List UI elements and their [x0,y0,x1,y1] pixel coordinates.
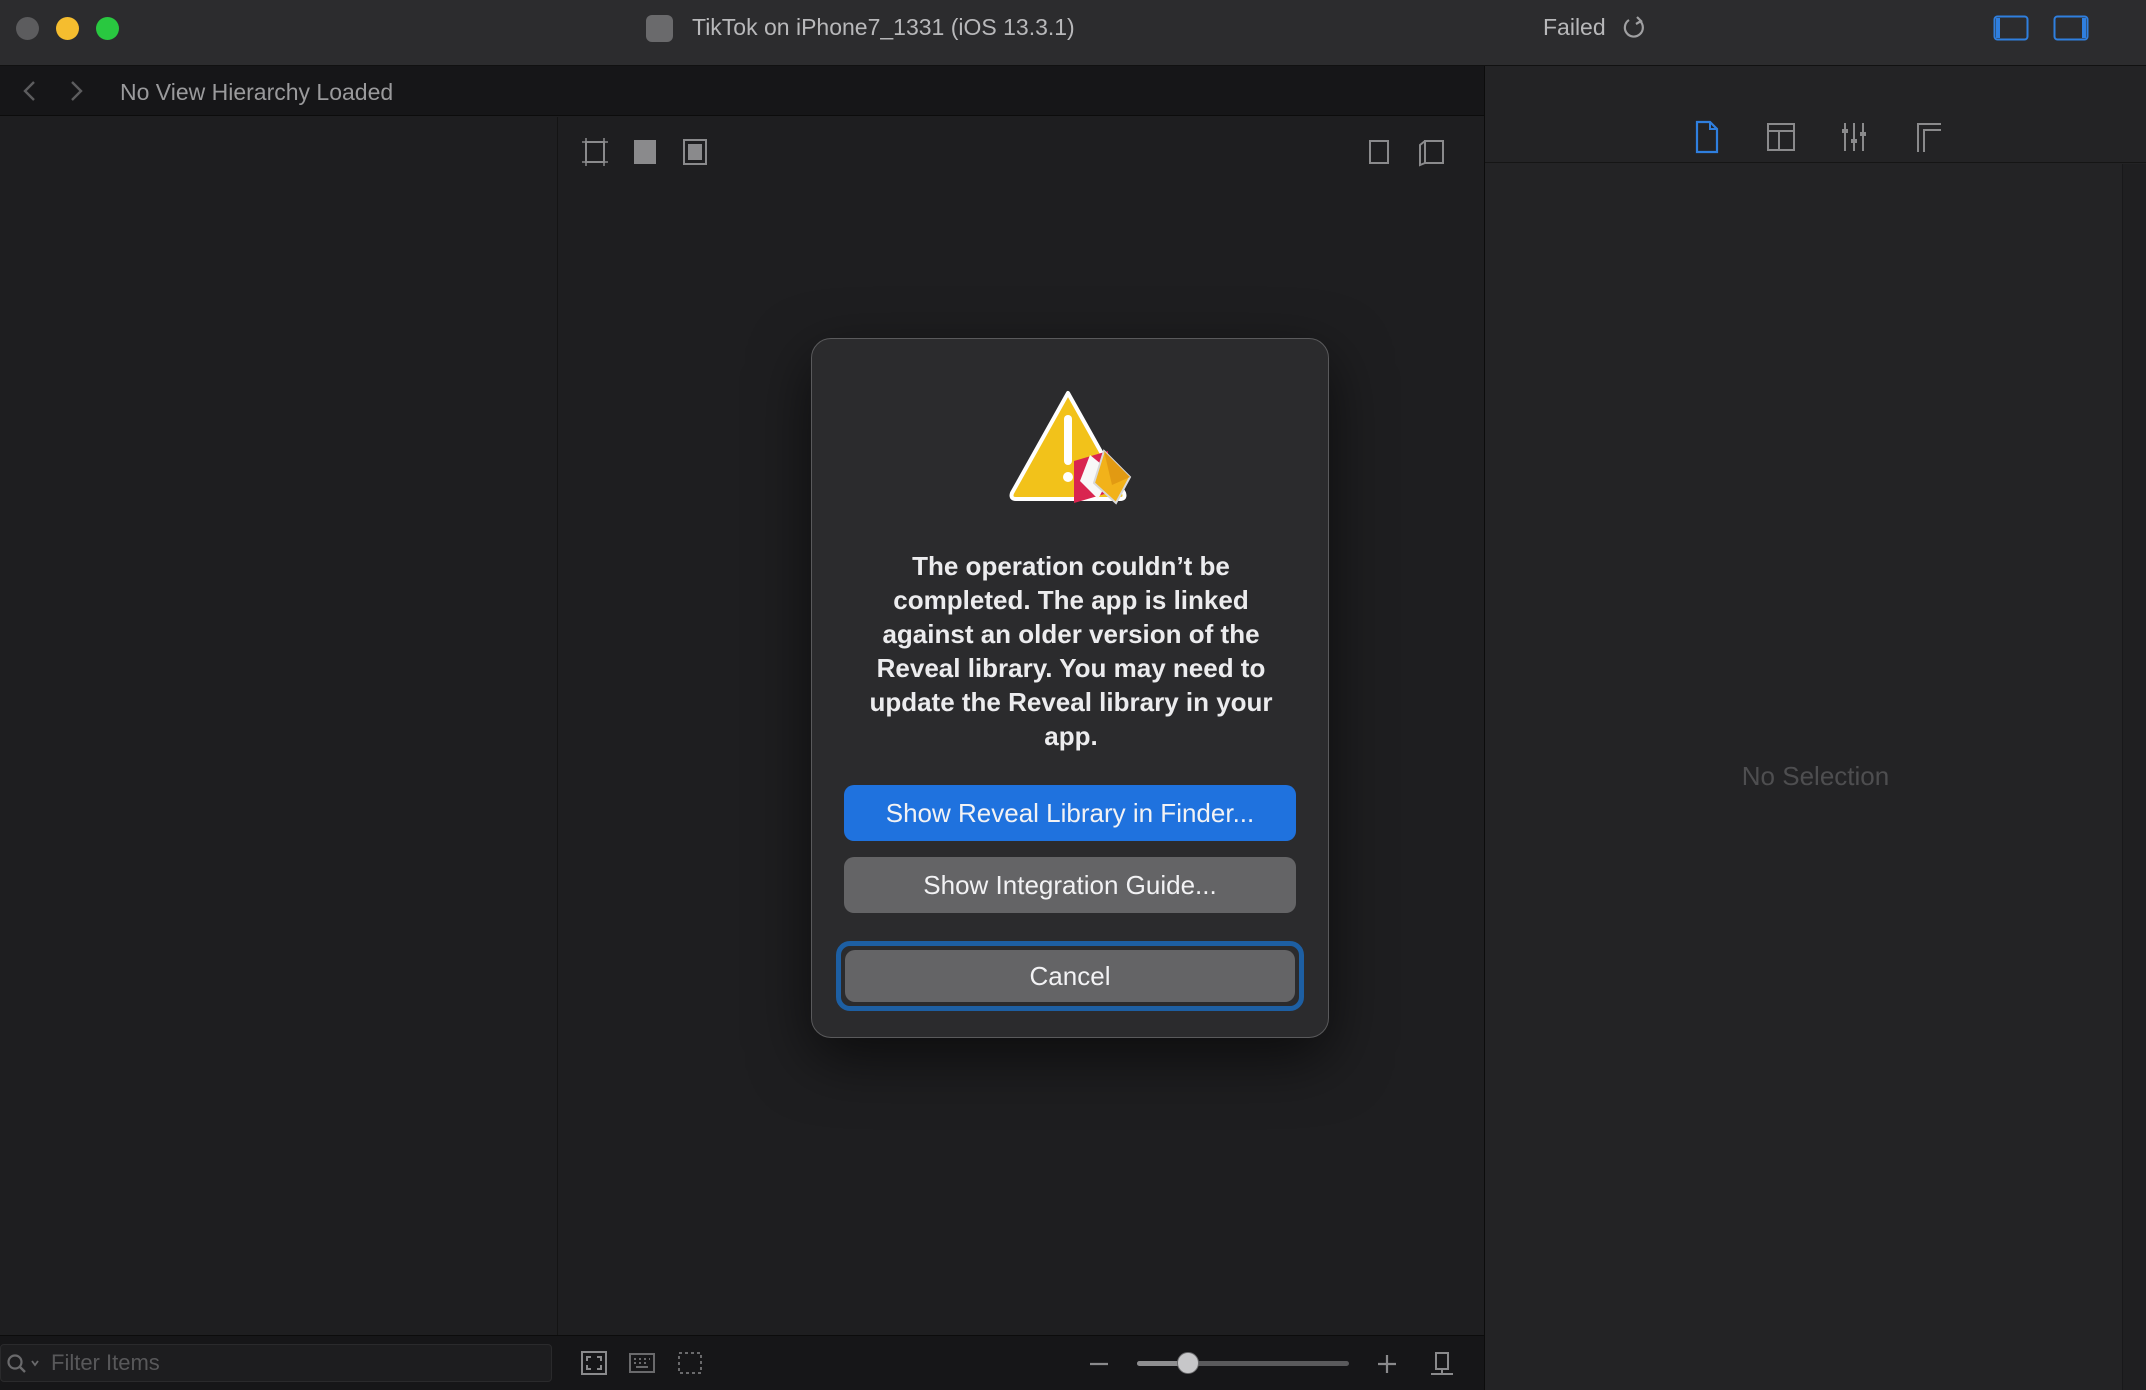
warning-icon [1008,389,1136,509]
attributes-tab-icon[interactable] [1838,120,1870,154]
zoom-slider[interactable] [1137,1352,1349,1374]
toggle-left-sidebar-icon[interactable] [1993,14,2029,42]
title-bar: TikTok on iPhone7_1331 (iOS 13.3.1) Fail… [0,0,2146,66]
selection-bounds-icon[interactable] [676,1350,704,1376]
inspector-scrollbar[interactable] [2122,164,2146,1390]
fit-to-screen-icon[interactable] [580,1350,608,1376]
toggle-right-sidebar-icon[interactable] [2053,14,2089,42]
document-tab-icon[interactable] [1692,120,1722,154]
device-orientation-icon[interactable] [1428,1350,1456,1378]
layout-tab-icon[interactable] [1765,120,1797,154]
no-selection-label: No Selection [1741,761,1890,791]
constraints-tab-icon[interactable] [1913,120,1945,154]
navigation-bar: No View Hierarchy Loaded [0,66,1484,116]
inspector-panel: No Selection [1485,66,2146,1390]
show-reveal-library-button[interactable]: Show Reveal Library in Finder... [844,785,1296,841]
cancel-button[interactable]: Cancel [845,950,1295,1002]
zoom-in-icon[interactable] [1374,1351,1400,1377]
forward-chevron-icon[interactable] [66,79,86,103]
show-integration-guide-button[interactable]: Show Integration Guide... [844,857,1296,913]
keyboard-icon[interactable] [628,1350,656,1376]
connection-status: Failed [1543,14,1606,40]
zoom-out-icon[interactable] [1086,1351,1112,1377]
wireframe-icon[interactable] [581,137,609,167]
minimize-window-button[interactable] [56,17,79,40]
zoom-slider-thumb[interactable] [1176,1352,1199,1374]
view-mode-3d-icon[interactable] [1417,137,1447,167]
view-mode-2d-icon[interactable] [1365,137,1393,167]
search-icon [6,1353,42,1375]
breadcrumb: No View Hierarchy Loaded [120,79,394,105]
zoom-window-button[interactable] [96,17,119,40]
window-title: TikTok on iPhone7_1331 (iOS 13.3.1) [692,14,1075,40]
inspector-tabs [1485,66,2146,163]
alert-dialog: The operation couldn’t be completed. The… [811,338,1329,1038]
filter-input[interactable] [51,1348,541,1378]
cancel-focus-ring: Cancel [836,941,1304,1011]
app-icon [646,15,673,42]
bottom-toolbar [0,1335,1484,1390]
alert-message: The operation couldn’t be completed. The… [869,551,1273,751]
back-chevron-icon[interactable] [20,79,40,103]
hierarchy-outline-panel [0,117,558,1335]
filter-field[interactable] [0,1344,552,1382]
refresh-icon[interactable] [1620,14,1648,42]
combined-mode-icon[interactable] [681,137,709,167]
close-window-button[interactable] [16,17,39,40]
solid-mode-icon[interactable] [631,137,659,167]
